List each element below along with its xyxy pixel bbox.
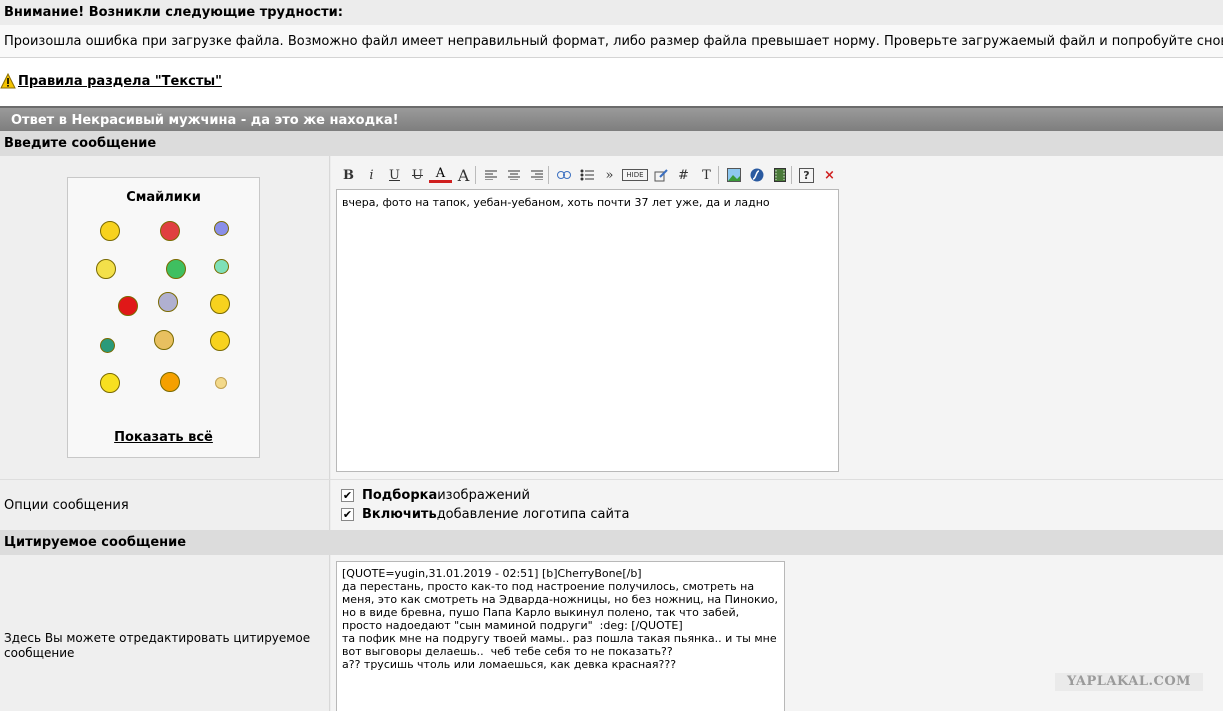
quote-label: Здесь Вы можете отредактировать цитируем…	[0, 555, 330, 711]
gallery-checkbox[interactable]: ✔	[341, 489, 354, 502]
smiley-clap-icon[interactable]	[154, 330, 174, 350]
smileys-title: Смайлики	[126, 190, 201, 205]
bold-button[interactable]: B	[337, 165, 360, 185]
smiley-pacman-icon[interactable]	[100, 338, 115, 353]
rules-link[interactable]: Правила раздела "Тексты"	[18, 74, 222, 89]
align-right-icon[interactable]	[525, 165, 548, 185]
option-gallery-text: изображений	[437, 488, 530, 503]
more-button[interactable]: »	[598, 165, 621, 185]
toolbar-separator	[791, 166, 795, 184]
image-icon[interactable]	[722, 165, 745, 185]
smiley-laugh-icon[interactable]	[160, 372, 180, 392]
warning-icon	[0, 72, 16, 89]
option-gallery: ✔ Подборка изображений	[341, 486, 1213, 505]
site-watermark: YAPLAKAL.COM	[1055, 673, 1203, 691]
options-cell: ✔ Подборка изображений ✔ Включить добавл…	[331, 480, 1223, 530]
font-size-button[interactable]: A	[452, 165, 475, 185]
align-left-icon[interactable]	[479, 165, 502, 185]
smiley-thinking-icon[interactable]	[96, 259, 116, 279]
italic-button[interactable]: i	[360, 165, 383, 185]
smiley-cool-icon[interactable]	[100, 221, 120, 241]
editor-cell: B i U U A A » HIDE # T ? × вчера, фото н…	[331, 156, 1223, 479]
hide-button[interactable]: HIDE	[622, 169, 648, 181]
underline-button[interactable]: U	[383, 165, 406, 185]
help-button[interactable]: ?	[799, 167, 814, 183]
font-color-button[interactable]: A	[429, 166, 452, 183]
option-logo-bold: Включить	[362, 507, 437, 522]
message-heading: Введите сообщение	[0, 131, 1223, 156]
logo-checkbox[interactable]: ✔	[341, 508, 354, 521]
smiley-teal-icon[interactable]	[214, 259, 229, 274]
smileys-panel: Смайлики Показать всё	[67, 177, 260, 458]
list-icon[interactable]	[575, 165, 598, 185]
rules-row: Правила раздела "Тексты"	[0, 70, 222, 92]
hash-button[interactable]: #	[672, 165, 695, 185]
video-icon[interactable]	[768, 165, 791, 185]
smiley-green-icon[interactable]	[166, 259, 186, 279]
smiley-love-icon[interactable]	[160, 221, 180, 241]
close-button[interactable]: ×	[818, 165, 841, 185]
smiley-dancing-icon[interactable]	[210, 294, 230, 314]
option-gallery-bold: Подборка	[362, 488, 438, 503]
edit-icon[interactable]	[649, 165, 672, 185]
warning-title: Внимание! Возникли следующие трудности:	[0, 0, 1223, 25]
quote-heading: Цитируемое сообщение	[0, 530, 1223, 555]
editor-toolbar: B i U U A A » HIDE # T ? ×	[337, 162, 841, 188]
option-logo-text: добавление логотипа сайта	[436, 507, 630, 522]
link-icon[interactable]	[552, 165, 575, 185]
message-row: Смайлики Показать всё B i U U A A » HIDE…	[0, 156, 1223, 479]
align-center-icon[interactable]	[502, 165, 525, 185]
smiley-star-icon[interactable]	[215, 377, 227, 389]
options-label: Опции сообщения	[0, 480, 330, 530]
smiley-grey-icon[interactable]	[158, 292, 178, 312]
text-button[interactable]: T	[695, 165, 718, 185]
flash-icon[interactable]	[745, 165, 768, 185]
option-logo: ✔ Включить добавление логотипа сайта	[341, 505, 1213, 524]
smiley-cheer-icon[interactable]	[210, 331, 230, 351]
show-all-smileys-link[interactable]: Показать всё	[68, 430, 259, 445]
smiley-shooting-icon[interactable]	[118, 296, 138, 316]
options-row: Опции сообщения ✔ Подборка изображений ✔…	[0, 479, 1223, 530]
quote-textarea[interactable]: [QUOTE=yugin,31.01.2019 - 02:51] [b]Cher…	[336, 561, 785, 711]
strike-button[interactable]: U	[406, 165, 429, 185]
message-textarea[interactable]: вчера, фото на тапок, уебан-уебаном, хот…	[336, 189, 839, 472]
smiley-bomb-icon[interactable]	[100, 373, 120, 393]
warning-message: Произошла ошибка при загрузке файла. Воз…	[0, 25, 1223, 58]
smiley-blue-icon[interactable]	[214, 221, 229, 236]
reply-title-bar: Ответ в Некрасивый мужчина - да это же н…	[0, 106, 1223, 131]
smileys-cell: Смайлики Показать всё	[0, 156, 330, 479]
quote-row: Здесь Вы можете отредактировать цитируем…	[0, 555, 1223, 711]
